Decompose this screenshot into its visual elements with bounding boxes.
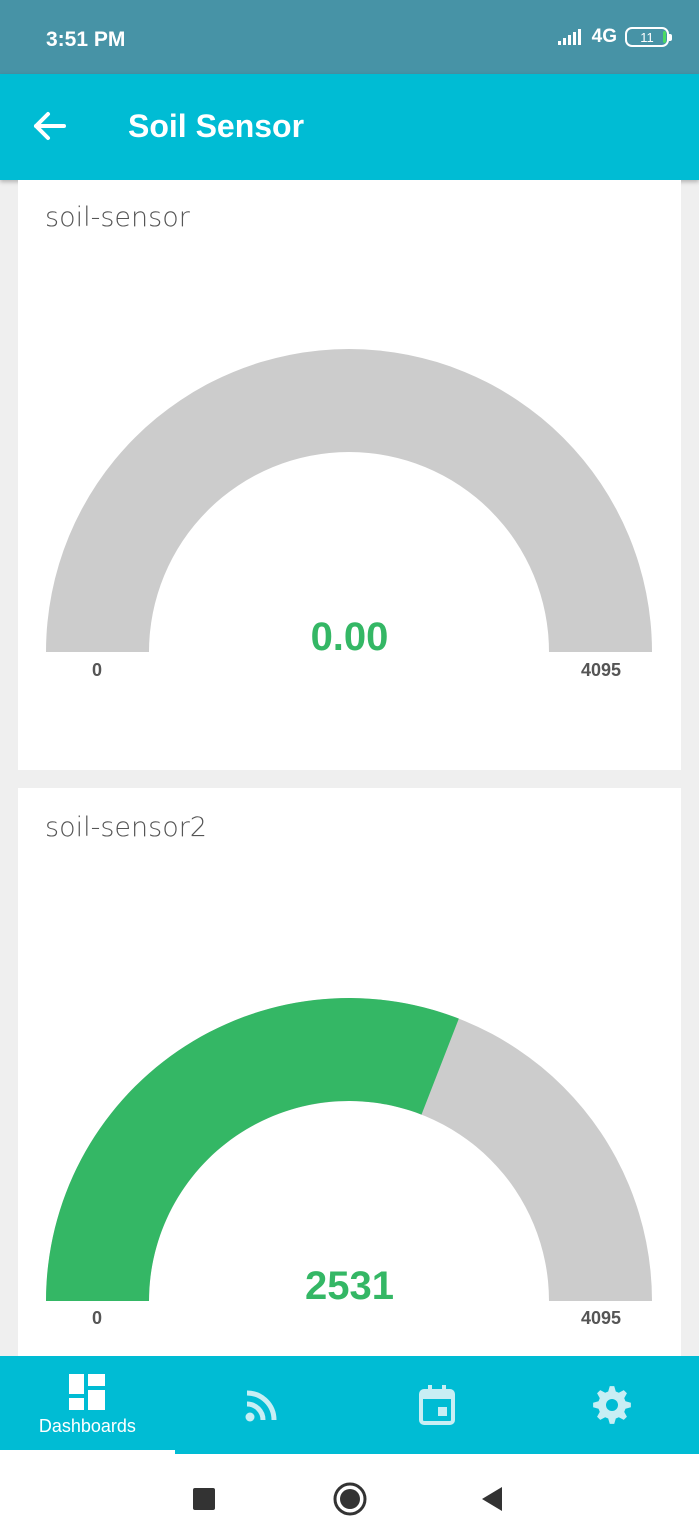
gauge-chart xyxy=(46,998,652,1301)
square-recents-icon[interactable] xyxy=(192,1487,216,1511)
battery-level: 11 xyxy=(640,29,654,45)
dashboard-content[interactable]: soil-sensor 0.00 0 4095 soil-sensor2 253… xyxy=(0,180,699,1356)
network-type: 4G xyxy=(591,26,617,47)
gauge-value: 2531 xyxy=(305,1264,394,1308)
gauge-card: soil-sensor 0.00 0 4095 xyxy=(18,180,681,770)
gauge-value: 0.00 xyxy=(310,615,389,659)
rss-feed-icon xyxy=(245,1390,277,1422)
bottom-navigation: Dashboards xyxy=(0,1356,699,1454)
nav-item-dashboards[interactable]: Dashboards xyxy=(0,1356,175,1454)
nav-item-settings[interactable] xyxy=(524,1356,699,1454)
status-indicators: 4G 11 xyxy=(557,26,672,48)
calendar-icon xyxy=(418,1385,455,1425)
app-bar: Soil Sensor xyxy=(0,74,699,180)
dashboard-icon xyxy=(69,1373,106,1410)
signal-icon xyxy=(557,29,581,45)
gauge-min-label: 0 xyxy=(92,1308,103,1328)
status-time: 3:51 PM xyxy=(46,28,126,51)
gauge-chart xyxy=(46,349,652,652)
back-button[interactable] xyxy=(30,106,70,146)
gauge-track xyxy=(46,349,652,652)
battery-icon: 11 xyxy=(625,27,672,47)
gauge-min-label: 0 xyxy=(92,660,103,680)
gauge-fill xyxy=(46,998,459,1301)
gear-icon xyxy=(592,1386,631,1424)
gauge-max-label: 4095 xyxy=(581,660,622,680)
page-title: Soil Sensor xyxy=(128,108,305,144)
nav-item-schedule[interactable] xyxy=(350,1356,525,1454)
arrow-left-icon xyxy=(34,112,66,140)
gauge-max-label: 4095 xyxy=(581,1308,622,1328)
system-navigation-bar xyxy=(0,1454,699,1520)
gauge-card: soil-sensor2 2531 0 4095 xyxy=(18,788,681,1356)
nav-item-feeds[interactable] xyxy=(175,1356,350,1454)
status-bar: 3:51 PM 4G 11 xyxy=(0,0,699,74)
circle-home-icon[interactable] xyxy=(333,1482,367,1516)
nav-label: Dashboards xyxy=(38,1415,136,1436)
triangle-back-icon[interactable] xyxy=(480,1486,504,1512)
